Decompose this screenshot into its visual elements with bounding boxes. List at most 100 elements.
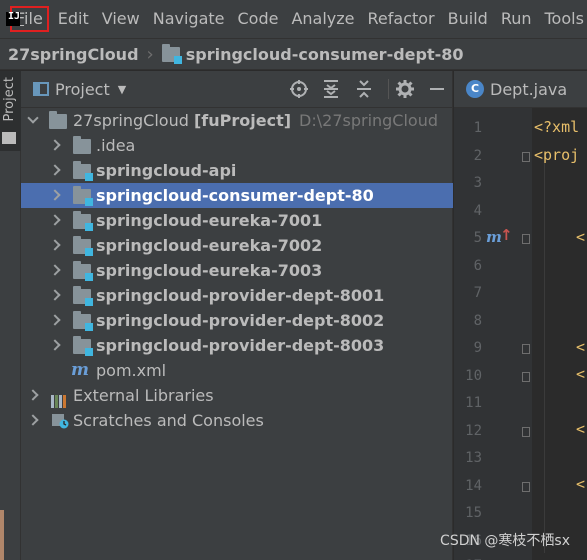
tree-row-module[interactable]: springcloud-eureka-7001 xyxy=(21,208,453,233)
toolbar-separator xyxy=(388,79,389,99)
menu-analyze[interactable]: Analyze xyxy=(287,6,358,32)
tree-item-label: springcloud-provider-dept-8002 xyxy=(96,311,385,330)
stripe-bottom-marker xyxy=(0,510,4,560)
tree-row-external-libraries[interactable]: External Libraries xyxy=(21,383,453,408)
editor-tab-dept-java[interactable]: Dept.java xyxy=(490,80,567,99)
project-panel-header: Project ▼ xyxy=(21,71,452,108)
breadcrumb-project[interactable]: 27springCloud xyxy=(8,45,139,64)
line-number: 15 xyxy=(465,505,482,521)
line-number: 3 xyxy=(473,175,482,191)
line-number: 11 xyxy=(465,395,482,411)
fold-marker-icon[interactable] xyxy=(522,344,530,354)
menu-run[interactable]: Run xyxy=(497,6,536,32)
breadcrumb-separator-icon: › xyxy=(146,43,154,65)
indent-guide xyxy=(544,153,545,553)
editor-area: C Dept.java 1 2 3 4 5 6 7 8 9 10 11 12 1… xyxy=(454,71,587,560)
tree-item-label: springcloud-provider-dept-8001 xyxy=(96,286,385,305)
watermark: CSDN @寒枝不栖sx xyxy=(440,533,570,549)
tree-row-module[interactable]: springcloud-provider-dept-8002 xyxy=(21,308,453,333)
project-folder-icon xyxy=(49,111,67,129)
maven-icon: m xyxy=(71,360,89,380)
code-line[interactable]: < xyxy=(576,420,585,438)
locate-icon[interactable] xyxy=(289,79,309,99)
tree-item-label: springcloud-consumer-dept-80 xyxy=(96,186,374,205)
line-number: 2 xyxy=(473,148,482,164)
libraries-icon xyxy=(51,390,69,408)
tree-item-label: springcloud-api xyxy=(96,161,237,180)
project-view-icon xyxy=(33,82,49,96)
tree-item-label: pom.xml xyxy=(96,361,167,380)
line-number: 7 xyxy=(473,285,482,301)
code-line[interactable]: < xyxy=(576,228,585,246)
fold-marker-icon[interactable] xyxy=(522,427,530,437)
tree-row-module[interactable]: springcloud-provider-dept-8001 xyxy=(21,283,453,308)
tree-row-idea[interactable]: .idea xyxy=(21,133,453,158)
code-line[interactable]: < xyxy=(576,338,585,356)
tree-row-pom[interactable]: m pom.xml xyxy=(21,358,453,383)
project-panel-title[interactable]: Project xyxy=(55,80,110,99)
line-number: 5 xyxy=(473,230,482,246)
tree-item-label: springcloud-eureka-7002 xyxy=(96,236,323,255)
tree-row-module[interactable]: springcloud-api xyxy=(21,158,453,183)
code-line[interactable]: <proj xyxy=(534,146,579,164)
tree-item-label: Scratches and Consoles xyxy=(73,411,264,430)
menu-code[interactable]: Code xyxy=(234,6,283,32)
tree-item-label: springcloud-eureka-7003 xyxy=(96,261,323,280)
line-number: 14 xyxy=(465,478,482,494)
tree-row-root[interactable]: 27springCloud [fuProject] D:\27springClou… xyxy=(21,108,453,133)
tree-row-module[interactable]: springcloud-eureka-7002 xyxy=(21,233,453,258)
tree-root-label: 27springCloud [fuProject] D:\27springClou… xyxy=(73,108,438,133)
left-tool-stripe: Project xyxy=(0,71,21,560)
arrow-up-icon[interactable]: ↑ xyxy=(500,226,513,244)
tree-row-module[interactable]: springcloud-eureka-7003 xyxy=(21,258,453,283)
root-path: D:\27springCloud xyxy=(299,111,439,130)
project-tree: 27springCloud [fuProject] D:\27springClou… xyxy=(21,108,453,433)
breadcrumb-module[interactable]: springcloud-consumer-dept-80 xyxy=(186,45,464,64)
editor-tab-bar: C Dept.java xyxy=(454,71,587,108)
tree-item-label: .idea xyxy=(96,136,136,155)
collapse-all-icon[interactable] xyxy=(354,79,374,99)
tree-row-module[interactable]: springcloud-provider-dept-8003 xyxy=(21,333,453,358)
scratches-icon xyxy=(52,414,69,429)
editor-gutter: 1 2 3 4 5 6 7 8 9 10 11 12 13 14 15 16 1… xyxy=(454,108,532,560)
settings-icon[interactable] xyxy=(395,79,415,99)
root-suffix: [fuProject] xyxy=(193,111,292,130)
menu-navigate[interactable]: Navigate xyxy=(149,6,229,32)
tree-row-module-selected[interactable]: springcloud-consumer-dept-80 xyxy=(21,183,453,208)
breadcrumb: 27springCloud › springcloud-consumer-dep… xyxy=(0,38,587,70)
fold-marker-icon[interactable] xyxy=(522,234,530,244)
project-tool-window-tab[interactable]: Project xyxy=(0,71,21,151)
tree-item-label: springcloud-eureka-7001 xyxy=(96,211,323,230)
folder-icon xyxy=(73,136,91,154)
line-number: 9 xyxy=(473,340,482,356)
fold-marker-icon[interactable] xyxy=(522,372,530,382)
expand-all-icon[interactable] xyxy=(321,79,341,99)
hide-panel-icon[interactable] xyxy=(427,79,447,99)
code-line[interactable]: < xyxy=(576,365,585,383)
module-folder-icon xyxy=(73,186,93,206)
fold-marker-icon[interactable] xyxy=(522,482,530,492)
module-folder-icon xyxy=(73,261,93,281)
menu-bar: IJ File Edit View Navigate Code Analyze … xyxy=(0,0,587,38)
code-line[interactable]: < xyxy=(576,475,585,493)
module-folder-icon xyxy=(73,236,93,256)
line-number: 12 xyxy=(465,423,482,439)
tree-row-scratches[interactable]: Scratches and Consoles xyxy=(21,408,453,433)
module-folder-icon xyxy=(73,161,93,181)
fold-marker-icon[interactable] xyxy=(522,152,530,162)
view-dropdown-icon[interactable]: ▼ xyxy=(118,83,126,96)
menu-tools[interactable]: Tools xyxy=(541,6,587,32)
menu-build[interactable]: Build xyxy=(444,6,492,32)
line-number: 6 xyxy=(473,258,482,274)
tree-item-label: springcloud-provider-dept-8003 xyxy=(96,336,385,355)
line-number: 4 xyxy=(473,203,482,219)
project-panel: Project ▼ 27springCloud [fuProject] D:\2… xyxy=(21,71,453,560)
menu-view[interactable]: View xyxy=(98,6,144,32)
module-folder-icon xyxy=(73,336,93,356)
code-line[interactable]: <?xml xyxy=(534,118,579,136)
menu-refactor[interactable]: Refactor xyxy=(364,6,439,32)
line-number: 13 xyxy=(465,450,482,466)
root-name: 27springCloud xyxy=(73,111,189,130)
menu-edit[interactable]: Edit xyxy=(54,6,93,32)
line-number: 1 xyxy=(473,120,482,136)
